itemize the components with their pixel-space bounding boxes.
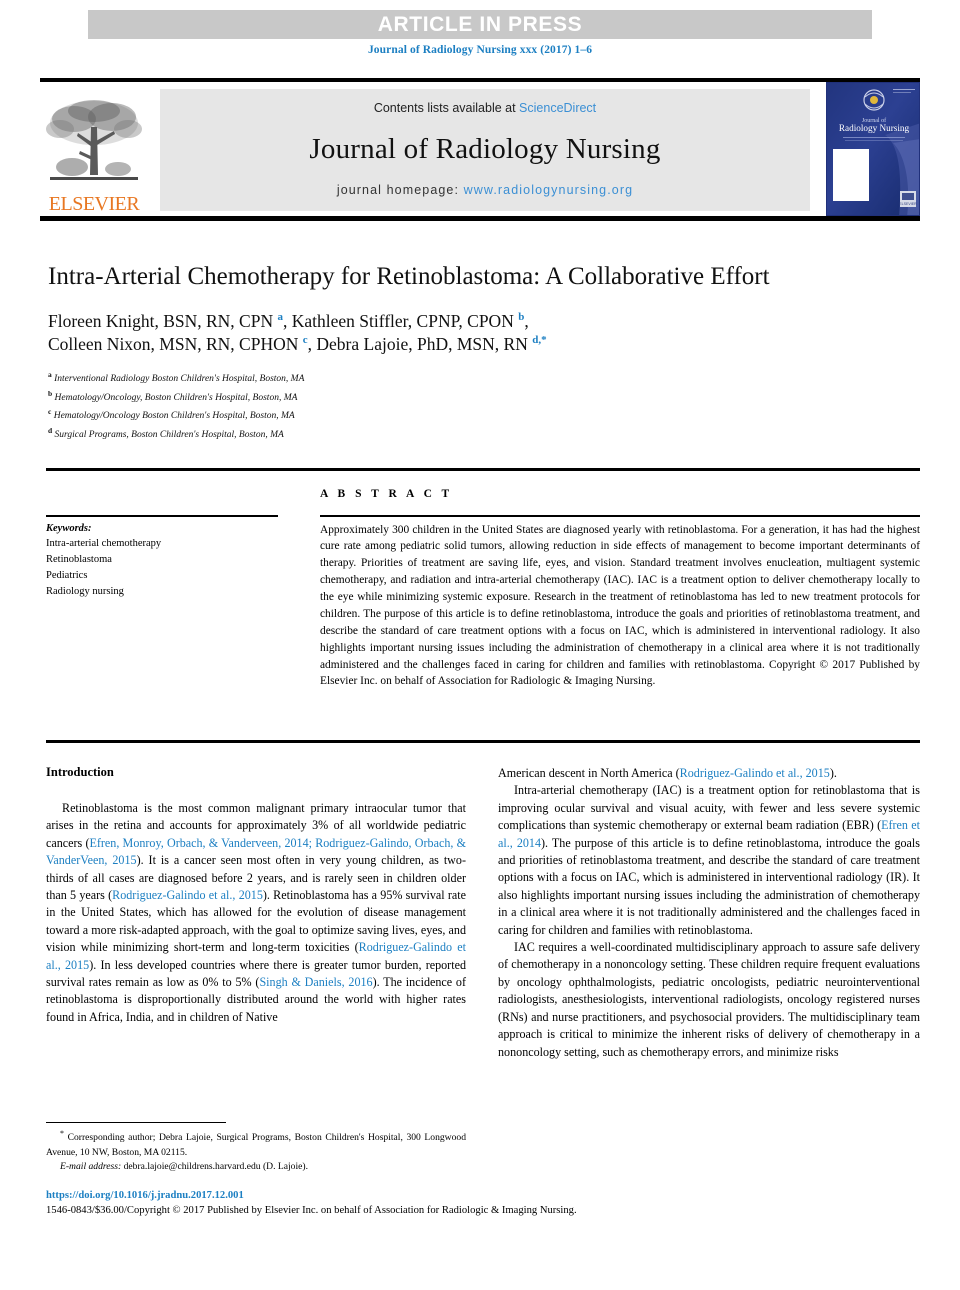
title-block: Intra-Arterial Chemotherapy for Retinobl… (48, 262, 788, 443)
body-column-right: American descent in North America (Rodri… (498, 765, 920, 1061)
journal-title: Journal of Radiology Nursing (309, 132, 661, 165)
email-note: E-mail address: debra.lajoie@childrens.h… (46, 1160, 466, 1174)
journal-cover-art: Journal of Radiology Nursing ELSEVIER (827, 83, 919, 215)
homepage-prefix: journal homepage: (336, 183, 464, 197)
journal-cover-thumbnail[interactable]: Journal of Radiology Nursing ELSEVIER (826, 82, 920, 216)
affiliation-item: a Interventional Radiology Boston Childr… (48, 369, 788, 388)
email-address-label: E-mail address: (60, 1160, 122, 1172)
contents-lists-prefix: Contents lists available at (373, 101, 520, 115)
affiliation-item: d Surgical Programs, Boston Children's H… (48, 425, 788, 444)
body-column-left: Retinoblastoma is the most common malign… (46, 800, 466, 1026)
footnote-rule (46, 1122, 226, 1124)
homepage-url-link[interactable]: www.radiologynursing.org (464, 183, 634, 197)
text-run: American descent in North America ( (498, 766, 680, 780)
masthead-top-rule (40, 78, 920, 82)
author-separator: , (524, 310, 529, 331)
author-4-affiliation-marker[interactable]: d,* (532, 334, 546, 346)
article-in-press-banner: ARTICLE IN PRESS (88, 10, 872, 39)
affiliation-text: Hematology/Oncology, Boston Children's H… (54, 392, 298, 403)
article-in-press-label: ARTICLE IN PRESS (377, 12, 583, 36)
svg-text:ELSEVIER: ELSEVIER (899, 202, 917, 206)
email-address-link[interactable]: debra.lajoie@childrens.harvard.edu (124, 1161, 261, 1172)
paragraph: American descent in North America (Rodri… (498, 765, 920, 782)
sciencedirect-link[interactable]: ScienceDirect (519, 101, 596, 115)
keyword-item: Pediatrics (46, 570, 88, 582)
abstract-label: A B S T R A C T (320, 488, 453, 500)
affiliation-text: Hematology/Oncology Boston Children's Ho… (53, 411, 295, 422)
elsevier-tree-icon (46, 100, 142, 180)
copyright-line: 1546-0843/$36.00/Copyright © 2017 Publis… (46, 1205, 577, 1217)
section-heading-introduction: Introduction (46, 765, 114, 779)
text-run: Intra-arterial chemotherapy (IAC) is a t… (498, 783, 920, 833)
text-run: ). The purpose of this article is to def… (498, 835, 920, 937)
abstract-section-top-rule (46, 468, 920, 471)
text-run: ). (829, 766, 837, 780)
keywords-box: Keywords: Intra-arterial chemotherapy Re… (46, 515, 278, 600)
journal-masthead: ELSEVIER Contents lists available at Sci… (40, 82, 920, 216)
doi-link[interactable]: https://doi.org/10.1016/j.jradnu.2017.12… (46, 1188, 926, 1203)
keyword-item: Retinoblastoma (46, 554, 112, 566)
contents-lists-line: Contents lists available at ScienceDirec… (374, 101, 596, 115)
footnote-block: * Corresponding author; Debra Lajoie, Su… (46, 1128, 466, 1174)
paragraph: Intra-arterial chemotherapy (IAC) is a t… (498, 782, 920, 939)
affiliation-item: b Hematology/Oncology, Boston Children's… (48, 388, 788, 407)
author-list: Floreen Knight, BSN, RN, CPN a, Kathleen… (48, 310, 788, 357)
author-1: Floreen Knight, BSN, RN, CPN (48, 310, 278, 331)
corresponding-author-note: * Corresponding author; Debra Lajoie, Su… (46, 1128, 466, 1160)
email-owner: (D. Lajoie). (260, 1160, 308, 1172)
paragraph: Retinoblastoma is the most common malign… (46, 800, 466, 1026)
author-2: , Kathleen Stiffler, CPNP, CPON (282, 310, 519, 331)
author-3: Colleen Nixon, MSN, RN, CPHON (48, 333, 303, 354)
article-title: Intra-Arterial Chemotherapy for Retinobl… (48, 263, 770, 290)
affiliation-item: c Hematology/Oncology Boston Children's … (48, 406, 788, 425)
journal-reference-line: Journal of Radiology Nursing xxx (2017) … (367, 44, 593, 56)
keywords-label: Keywords: (46, 522, 92, 534)
affiliation-marker: c (48, 407, 52, 417)
affiliation-text: Interventional Radiology Boston Children… (54, 374, 305, 385)
affiliation-text: Surgical Programs, Boston Children's Hos… (54, 429, 284, 440)
abstract-text: Approximately 300 children in the United… (320, 523, 920, 688)
elsevier-logo[interactable]: ELSEVIER (40, 84, 148, 214)
keyword-item: Radiology nursing (46, 586, 124, 598)
affiliation-list: a Interventional Radiology Boston Childr… (48, 369, 788, 443)
abstract-rule (320, 515, 920, 517)
affiliation-marker: d (48, 425, 53, 435)
article-page: ARTICLE IN PRESS Journal of Radiology Nu… (0, 0, 960, 1290)
citation-link[interactable]: Rodriguez-Galindo et al., 2015 (680, 766, 830, 780)
abstract-section-bottom-rule (46, 740, 920, 743)
citation-link[interactable]: Rodriguez-Galindo et al., 2015 (112, 888, 263, 902)
journal-homepage-line: journal homepage: www.radiologynursing.o… (337, 183, 633, 197)
svg-text:Radiology Nursing: Radiology Nursing (839, 123, 910, 133)
keywords-rule (46, 515, 278, 517)
paragraph: IAC requires a well-coordinated multidis… (498, 940, 920, 1059)
keyword-item: Intra-arterial chemotherapy (46, 538, 162, 550)
corresponding-author-text: Corresponding author; Debra Lajoie, Surg… (46, 1132, 466, 1158)
footer-block: https://doi.org/10.1016/j.jradnu.2017.12… (46, 1188, 926, 1219)
author-4: , Debra Lajoie, PhD, MSN, RN (307, 333, 533, 354)
masthead-center-panel: Contents lists available at ScienceDirec… (160, 89, 810, 211)
elsevier-wordmark: ELSEVIER (48, 193, 140, 215)
abstract-box: Approximately 300 children in the United… (320, 515, 920, 690)
citation-link[interactable]: Singh & Daniels, 2016 (259, 975, 372, 989)
affiliation-marker: a (48, 370, 52, 380)
affiliation-marker: b (48, 388, 53, 398)
masthead-bottom-rule (40, 216, 920, 221)
